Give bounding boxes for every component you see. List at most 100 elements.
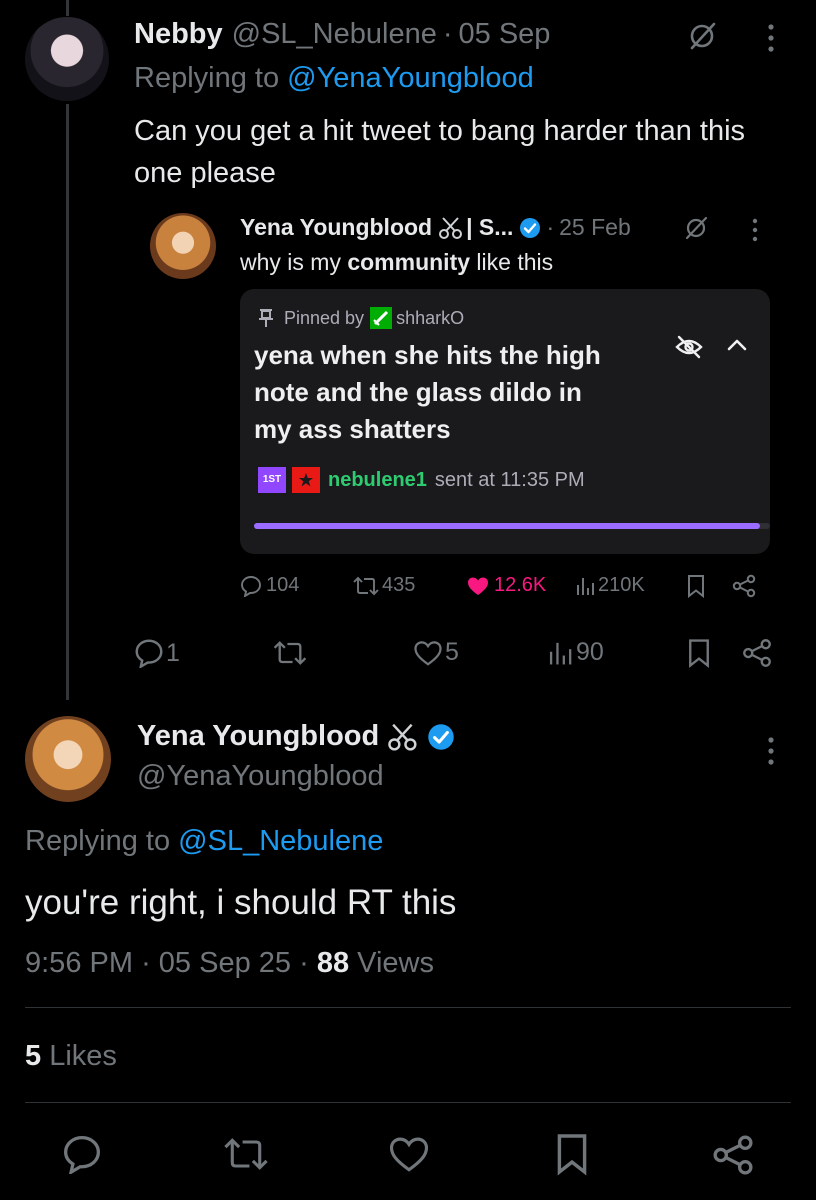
like-icon — [466, 575, 490, 597]
tweet-time[interactable]: 9:56 PM — [25, 947, 133, 979]
verified-badge-icon — [427, 723, 455, 751]
quoted-text-bold: community — [347, 249, 471, 275]
pinned-by-row: Pinned by shharkO — [258, 307, 464, 329]
pinned-message-card[interactable]: Pinned by shharkO yena when she hits the… — [240, 289, 770, 554]
quoted-date[interactable]: 25 Feb — [559, 214, 631, 241]
avatar-yena[interactable] — [25, 716, 111, 802]
mod-sword-icon — [370, 307, 393, 329]
bookmark-icon — [554, 1132, 590, 1176]
avatar-yena-small[interactable] — [150, 213, 216, 279]
reply-icon — [240, 575, 262, 597]
tweet-date[interactable]: 05 Sep — [459, 18, 551, 51]
share-icon[interactable] — [732, 574, 756, 598]
divider — [25, 1102, 791, 1103]
quoted-name-suffix[interactable]: | S... — [466, 214, 513, 241]
repost-button[interactable] — [272, 638, 308, 668]
separator: · — [442, 18, 453, 50]
first-badge: 1ST — [258, 467, 286, 493]
separator: · — [546, 214, 555, 240]
share-button[interactable] — [712, 1134, 754, 1176]
pinned-sent-at: sent at 11:35 PM — [434, 468, 585, 491]
tweet-date[interactable]: 05 Sep 25 — [159, 947, 291, 979]
like-button[interactable]: 5 — [413, 638, 459, 667]
pinned-progress-fill — [254, 523, 760, 529]
repost-button[interactable] — [222, 1134, 270, 1174]
handle[interactable]: @SL_Nebulene — [232, 18, 437, 51]
quoted-like-button[interactable]: 12.6K — [466, 574, 546, 597]
more-icon[interactable] — [766, 735, 776, 767]
main-tweet-header: Yena Youngblood — [137, 720, 455, 753]
quoted-repost-count: 435 — [382, 574, 416, 596]
quoted-reply-count: 104 — [266, 574, 300, 596]
views-icon — [546, 639, 574, 667]
main-replying-to: Replying to @SL_Nebulene — [25, 825, 383, 858]
quoted-views-count: 210K — [598, 574, 645, 596]
views-count: 88 — [316, 947, 350, 979]
views-count: 90 — [576, 638, 604, 666]
main-display-name[interactable]: Yena Youngblood — [137, 720, 379, 753]
likes-summary[interactable]: 5 Likes — [25, 1040, 117, 1073]
like-icon — [388, 1134, 430, 1174]
thread-line-top — [66, 0, 69, 16]
main-tweet-text: you're right, i should RT this — [25, 883, 457, 922]
hide-icon[interactable] — [674, 335, 704, 359]
repost-icon — [352, 575, 380, 597]
like-count: 5 — [445, 638, 459, 666]
quoted-reply-button[interactable]: 104 — [240, 574, 299, 597]
tweet-text: Can you get a hit tweet to bang harder t… — [134, 115, 746, 189]
like-button[interactable] — [388, 1134, 430, 1174]
bookmark-icon[interactable] — [686, 574, 706, 598]
replying-to-link[interactable]: @SL_Nebulene — [178, 825, 383, 857]
repost-icon — [272, 638, 308, 668]
reply-button[interactable] — [62, 1134, 102, 1174]
pinned-sender-row: 1ST nebulene1 sent at 11:35 PM — [258, 467, 585, 493]
verified-badge-icon — [519, 217, 541, 239]
pin-icon — [258, 308, 274, 328]
views-button[interactable]: 90 — [546, 638, 604, 667]
chevron-up-icon[interactable] — [726, 337, 748, 353]
likes-count: 5 — [25, 1040, 42, 1072]
quoted-views-button[interactable]: 210K — [574, 574, 645, 597]
replying-prefix: Replying to — [134, 62, 288, 94]
more-icon[interactable] — [751, 217, 759, 243]
share-icon[interactable] — [742, 638, 772, 668]
bookmark-icon[interactable] — [686, 638, 712, 668]
views-label: Views — [349, 947, 434, 979]
star-badge-icon — [292, 467, 320, 493]
quoted-tweet-text: why is my community like this — [240, 249, 553, 276]
main-tweet-meta: 9:56 PM · 05 Sep 25 · 88 Views — [25, 947, 434, 980]
share-icon — [712, 1134, 754, 1176]
scissors-emoji-icon — [438, 216, 464, 240]
bookmark-button[interactable] — [554, 1132, 590, 1176]
reply-icon — [62, 1134, 102, 1174]
views-icon — [574, 575, 596, 597]
divider — [25, 1007, 791, 1008]
reply-count: 1 — [166, 638, 180, 667]
pinned-by-label: Pinned by — [284, 307, 365, 328]
reply-icon — [134, 638, 164, 668]
separator: · — [299, 947, 309, 979]
replying-prefix: Replying to — [25, 825, 179, 857]
main-handle[interactable]: @YenaYoungblood — [137, 760, 384, 793]
quoted-display-name[interactable]: Yena Youngblood — [240, 214, 432, 241]
quoted-tweet-header: Yena Youngblood | S... · 25 Feb — [240, 214, 631, 241]
quoted-like-count: 12.6K — [494, 574, 547, 596]
quoted-repost-button[interactable]: 435 — [352, 574, 415, 597]
grok-slash-icon[interactable] — [686, 20, 718, 52]
replying-to-link[interactable]: @YenaYoungblood — [287, 62, 534, 94]
pinned-sender[interactable]: nebulene1 — [328, 469, 427, 492]
grok-slash-icon[interactable] — [683, 215, 709, 241]
pinned-message-text: yena when she hits the high note and the… — [254, 340, 601, 444]
repost-icon — [222, 1134, 270, 1174]
reply-button[interactable]: 1 — [134, 638, 180, 668]
quoted-text-before: why is my — [240, 249, 348, 275]
pinned-progress-bar — [254, 523, 770, 529]
avatar-nebby[interactable] — [25, 17, 109, 101]
quoted-text-after: like this — [470, 249, 554, 275]
likes-label: Likes — [41, 1040, 117, 1072]
more-icon[interactable] — [766, 22, 776, 54]
pinned-by-user[interactable]: shharkO — [396, 308, 464, 329]
replying-to: Replying to @YenaYoungblood — [134, 62, 534, 95]
display-name[interactable]: Nebby — [134, 18, 223, 51]
scissors-emoji-icon — [387, 722, 419, 752]
